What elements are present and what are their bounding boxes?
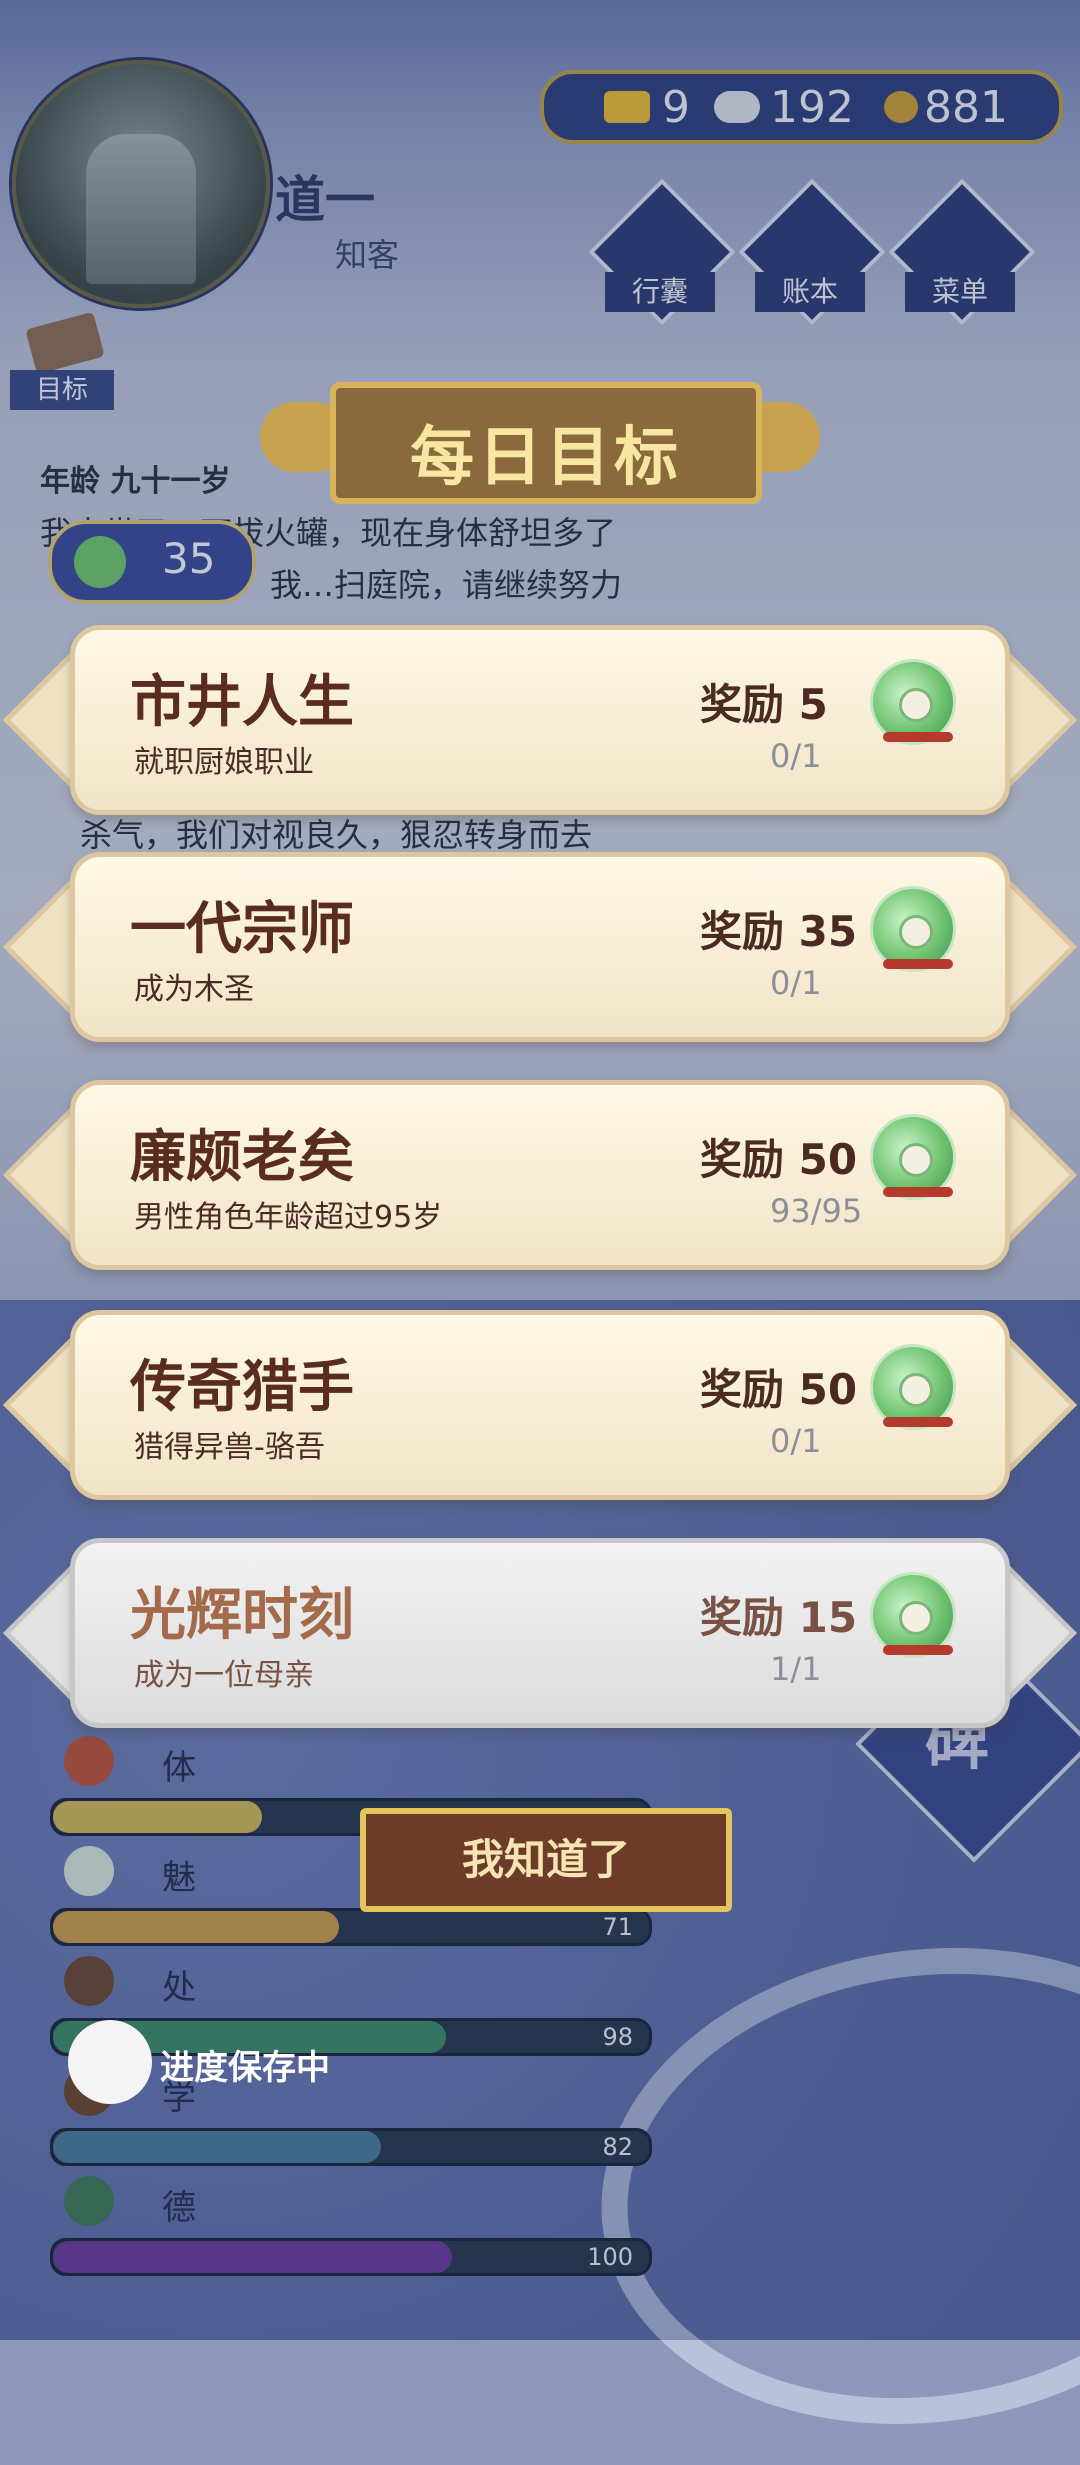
goal-reward: 奖励 50 (700, 1135, 858, 1184)
goal-title: 市井人生 (130, 670, 354, 735)
jade-hole (899, 1601, 933, 1635)
goal-card[interactable]: 廉颇老矣男性角色年龄超过95岁 奖励 50 93/95 (3, 1080, 1077, 1270)
jade-ribbon (883, 1645, 953, 1655)
goal-title: 光辉时刻 (130, 1583, 354, 1648)
goal-reward: 奖励 50 (700, 1365, 858, 1414)
jade-hole (899, 1373, 933, 1407)
jade-reward-icon (870, 1572, 956, 1658)
jade-ribbon (883, 1187, 953, 1197)
goal-description: 成为一位母亲 (134, 1658, 314, 1693)
jade-ribbon (883, 732, 953, 742)
goal-progress: 1/1 (770, 1650, 822, 1688)
saving-spinner-icon (68, 2020, 152, 2104)
goal-description: 男性角色年龄超过95岁 (134, 1200, 443, 1235)
goal-progress: 0/1 (770, 737, 822, 775)
goal-reward: 奖励 5 (700, 680, 828, 729)
jade-hole (899, 688, 933, 722)
jade-hole (899, 1143, 933, 1177)
banner-plate: 每日目标 (330, 382, 762, 504)
goal-card[interactable]: 一代宗师成为木圣 奖励 35 0/1 (3, 852, 1077, 1042)
jade-hole (899, 915, 933, 949)
jade-reward-icon (870, 886, 956, 972)
jade-ribbon (883, 1417, 953, 1427)
jade-reward-icon (870, 1344, 956, 1430)
jade-reward-icon (870, 659, 956, 745)
dialog-title: 每日目标 (410, 421, 682, 495)
goal-title: 廉颇老矣 (130, 1125, 354, 1190)
goal-description: 猎得异兽-骆吾 (134, 1430, 325, 1465)
goal-progress: 0/1 (770, 1422, 822, 1460)
confirm-button[interactable]: 我知道了 (360, 1808, 732, 1912)
goal-reward: 奖励 15 (700, 1593, 858, 1642)
daily-goals-banner: 每日目标 (260, 372, 820, 504)
saving-text: 进度保存中 (160, 2048, 330, 2088)
goal-title: 一代宗师 (130, 897, 354, 962)
goal-reward: 奖励 35 (700, 907, 858, 956)
goal-card[interactable]: 光辉时刻成为一位母亲 奖励 15 1/1 (3, 1538, 1077, 1728)
goal-description: 就职厨娘职业 (134, 745, 314, 780)
goal-card[interactable]: 市井人生就职厨娘职业 奖励 5 0/1 (3, 625, 1077, 815)
jade-ribbon (883, 959, 953, 969)
goal-progress: 0/1 (770, 964, 822, 1002)
jade-reward-icon (870, 1114, 956, 1200)
goal-card[interactable]: 传奇猎手猎得异兽-骆吾 奖励 50 0/1 (3, 1310, 1077, 1500)
goal-title: 传奇猎手 (130, 1355, 354, 1420)
confirm-button-label: 我知道了 (461, 1835, 630, 1884)
goal-description: 成为木圣 (134, 972, 254, 1007)
goal-progress: 93/95 (770, 1192, 863, 1230)
